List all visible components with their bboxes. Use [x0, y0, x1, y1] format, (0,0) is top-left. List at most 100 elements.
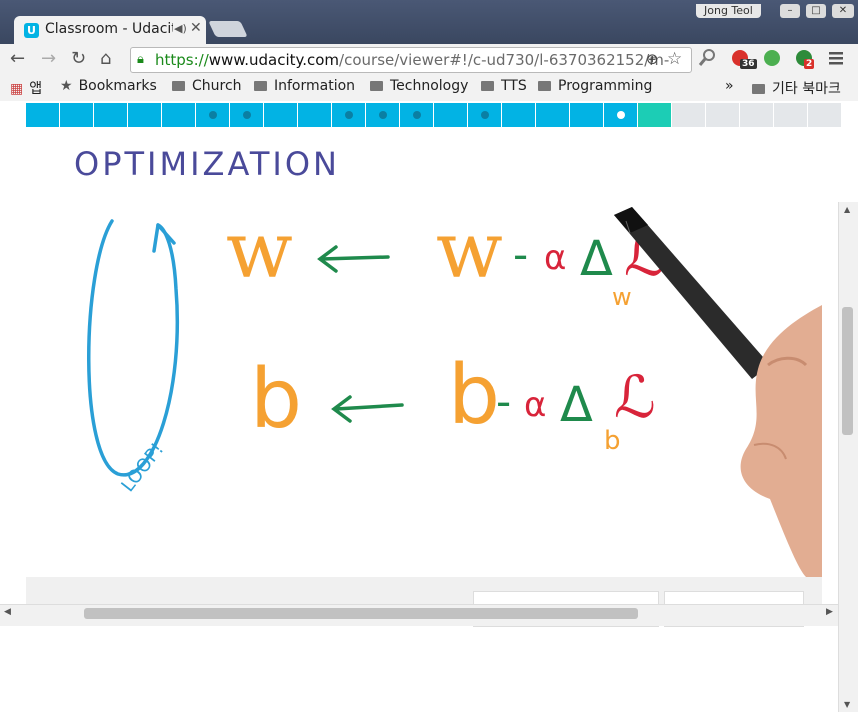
- close-tab-icon[interactable]: ✕: [190, 20, 202, 36]
- progress-segment[interactable]: [774, 103, 808, 127]
- folder-icon: [254, 81, 267, 91]
- toolbar: ← → ↻ ⌂ 🔒︎ https://www.udacity.com/cours…: [0, 44, 858, 74]
- scroll-down-arrow-icon[interactable]: ▼: [844, 700, 850, 709]
- eq2-nabla: Δ: [560, 377, 593, 433]
- eq1-arrow: [317, 245, 390, 273]
- progress-segment[interactable]: [672, 103, 706, 127]
- apps-grid-icon: ▦: [10, 81, 24, 97]
- progress-segment[interactable]: [162, 103, 196, 127]
- segment-marker-dot: [617, 111, 625, 119]
- green-extension-icon[interactable]: [762, 48, 786, 74]
- maximize-button[interactable]: □: [806, 4, 826, 18]
- bookmarks-overflow[interactable]: »: [725, 78, 734, 94]
- apps-shortcut[interactable]: ▦ 앱: [10, 78, 42, 98]
- bookmark-information[interactable]: Information: [254, 78, 355, 94]
- folder-icon: [481, 81, 494, 91]
- tab-title: Classroom - Udacity: [45, 21, 173, 37]
- zoom-icon[interactable]: ⊕: [646, 50, 659, 68]
- scroll-left-arrow-icon[interactable]: ◀: [4, 607, 11, 617]
- eq2-alpha: α: [524, 385, 546, 425]
- minimize-button[interactable]: –: [780, 4, 800, 18]
- loop-label: LOOP!: [117, 439, 168, 496]
- eq1-lhs: w: [226, 206, 293, 296]
- progress-segment[interactable]: [196, 103, 230, 127]
- bookmark-star-icon[interactable]: ☆: [667, 49, 682, 69]
- eq2-loss: ℒ: [614, 363, 656, 431]
- progress-segment[interactable]: [298, 103, 332, 127]
- url-text: https://www.udacity.com/course/viewer#!/…: [155, 51, 670, 69]
- udacity-logo-icon: U: [24, 23, 39, 38]
- vertical-scrollbar[interactable]: ▲ ▼: [838, 202, 858, 712]
- pushbullet-extension-icon[interactable]: 2: [794, 48, 818, 74]
- eq1-alpha: α: [544, 238, 566, 278]
- progress-segment[interactable]: [808, 103, 842, 127]
- progress-segment[interactable]: [60, 103, 94, 127]
- new-tab-button[interactable]: [208, 21, 248, 37]
- bookmark-programming[interactable]: Programming: [538, 78, 652, 94]
- bookmark-technology[interactable]: Technology: [370, 78, 468, 94]
- scroll-up-arrow-icon[interactable]: ▲: [844, 205, 850, 214]
- eq2-lhs: b: [250, 352, 302, 447]
- eq2-arrow: [331, 395, 404, 423]
- home-icon[interactable]: ⌂: [100, 48, 111, 69]
- bookmarks-bar: ▦ 앱 ★ Bookmarks Church Information Technology…: [0, 74, 858, 102]
- forward-arrow-icon[interactable]: →: [41, 48, 56, 69]
- bookmark-tts[interactable]: TTS: [481, 78, 527, 94]
- browser-chrome: U Classroom - Udacity ◀) ✕ Jong Teol – □…: [0, 0, 858, 102]
- search-extension-icon[interactable]: [698, 48, 716, 72]
- reload-icon[interactable]: ↻: [71, 48, 86, 69]
- folder-icon: [172, 81, 185, 91]
- progress-segment[interactable]: [468, 103, 502, 127]
- segment-marker-dot: [481, 111, 489, 119]
- eq1-minus: -: [513, 230, 528, 279]
- progress-segment[interactable]: [94, 103, 128, 127]
- horizontal-scroll-thumb[interactable]: [84, 608, 638, 619]
- vertical-scroll-thumb[interactable]: [842, 307, 853, 435]
- horizontal-scrollbar[interactable]: ◀ ▶: [0, 604, 838, 626]
- progress-segment[interactable]: [230, 103, 264, 127]
- progress-segment[interactable]: [264, 103, 298, 127]
- progress-segment[interactable]: [740, 103, 774, 127]
- progress-segment[interactable]: [128, 103, 162, 127]
- close-window-button[interactable]: ✕: [832, 4, 854, 18]
- lock-icon: 🔒︎: [137, 52, 144, 67]
- folder-icon: [752, 84, 765, 94]
- progress-segment[interactable]: [604, 103, 638, 127]
- progress-segment[interactable]: [706, 103, 740, 127]
- progress-segment[interactable]: [502, 103, 536, 127]
- eq1-subscript: w: [612, 283, 632, 311]
- eq2-minus: -: [496, 377, 511, 426]
- bookmark-bookmarks[interactable]: ★ Bookmarks: [60, 78, 157, 94]
- speaker-icon[interactable]: ◀): [174, 22, 187, 35]
- segment-marker-dot: [413, 111, 421, 119]
- menu-icon[interactable]: [828, 50, 844, 70]
- progress-segment[interactable]: [570, 103, 604, 127]
- profile-user-name[interactable]: Jong Teol: [696, 4, 761, 18]
- progress-segment[interactable]: [434, 103, 468, 127]
- video-frame: OPTIMIZATION LOOP! w w - α Δ ℒ w b b - α…: [74, 145, 822, 577]
- loop-arrow: [87, 219, 180, 477]
- segment-marker-dot: [345, 111, 353, 119]
- folder-icon: [538, 81, 551, 91]
- progress-segment[interactable]: [26, 103, 60, 127]
- lesson-progress-bar: [26, 103, 842, 127]
- progress-segment[interactable]: [638, 103, 672, 127]
- adblock-extension-icon[interactable]: 36: [730, 48, 757, 74]
- other-bookmarks[interactable]: 기타 북마크: [752, 78, 841, 98]
- folder-icon: [370, 81, 383, 91]
- lesson-video[interactable]: OPTIMIZATION LOOP! w w - α Δ ℒ w b b - α…: [26, 129, 822, 577]
- star-icon: ★: [60, 78, 73, 94]
- eq2-rhs-var: b: [448, 348, 500, 443]
- progress-segment[interactable]: [366, 103, 400, 127]
- address-bar[interactable]: 🔒︎ https://www.udacity.com/course/viewer…: [130, 47, 692, 73]
- scroll-right-arrow-icon[interactable]: ▶: [826, 607, 833, 617]
- tab-classroom[interactable]: U Classroom - Udacity ◀) ✕: [14, 16, 206, 44]
- eq1-nabla: Δ: [580, 231, 613, 287]
- progress-segment[interactable]: [536, 103, 570, 127]
- progress-segment[interactable]: [400, 103, 434, 127]
- extension-badge: 36: [740, 59, 757, 69]
- progress-segment[interactable]: [332, 103, 366, 127]
- optimization-heading: OPTIMIZATION: [74, 145, 340, 183]
- back-arrow-icon[interactable]: ←: [10, 48, 25, 69]
- bookmark-church[interactable]: Church: [172, 78, 242, 94]
